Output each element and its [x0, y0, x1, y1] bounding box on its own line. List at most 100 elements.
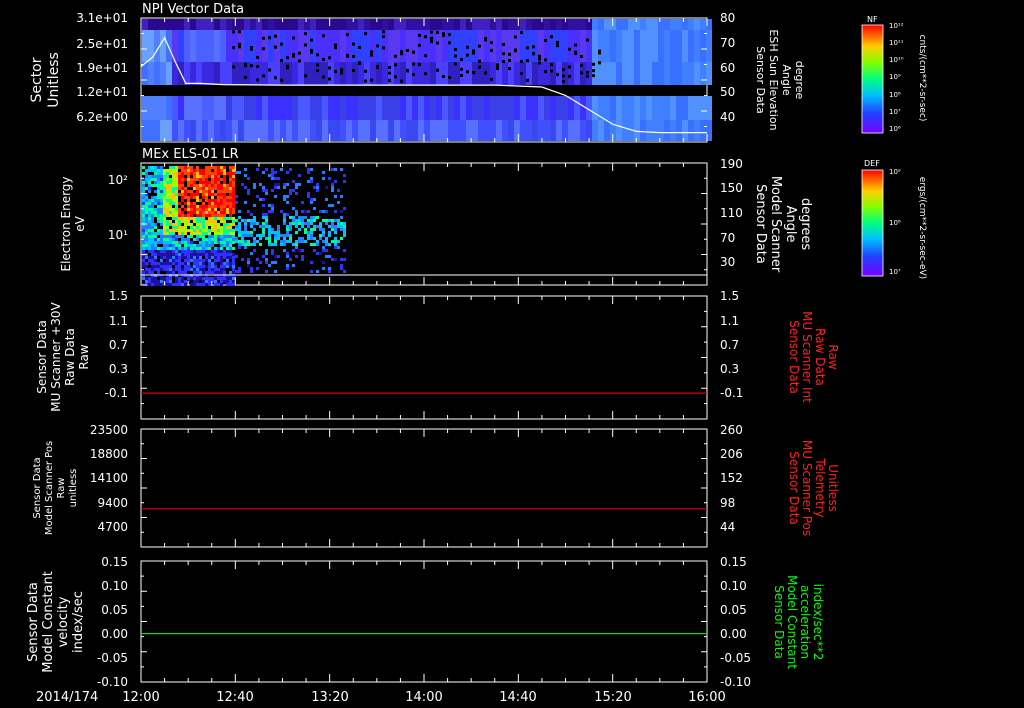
- panel1-heat-cell: [304, 62, 310, 85]
- panel2-heat-cell: [340, 264, 343, 267]
- panel2-heat-cell: [295, 213, 298, 216]
- panel1-heat-cell: [664, 96, 670, 120]
- panel1-heat-cell: [616, 96, 622, 120]
- panel2-heat-cell: [196, 211, 199, 214]
- panel1-heat-cell: [538, 57, 541, 61]
- panel2-heat-cell: [325, 198, 328, 201]
- panel1-heat-cell: [646, 30, 652, 62]
- panel1-heat-cell: [502, 62, 508, 85]
- panel1-heat-cell: [688, 30, 694, 62]
- panel2-heat-cell: [319, 252, 322, 255]
- panel2-heat-cell: [223, 214, 226, 217]
- panel2-heat-cell: [172, 208, 175, 211]
- panel2-heat-cell: [316, 240, 319, 243]
- panel1-heat-cell: [508, 120, 514, 141]
- panel2-heat-cell: [190, 166, 193, 169]
- panel1-heat-cell: [430, 62, 436, 85]
- panel2-heat-cell: [175, 235, 178, 238]
- panel2-heat-cell: [166, 235, 169, 238]
- panel2-heat-cell: [196, 265, 199, 268]
- panel2-heat-cell: [247, 264, 250, 267]
- panel1-heat-cell: [508, 30, 514, 62]
- panel2-heat-cell: [259, 183, 262, 186]
- panel2-heat-cell: [163, 220, 166, 223]
- panel2-heat-cell: [229, 265, 232, 268]
- panel1-heat-cell: [460, 67, 463, 71]
- panel2-heat-cell: [190, 253, 193, 256]
- panel2-heat-cell: [292, 249, 295, 252]
- panel2-heat-cell: [265, 222, 268, 225]
- panel1-heat-cell: [532, 51, 535, 55]
- panel2-heat-cell: [178, 202, 181, 205]
- panel1-heat-cell: [676, 30, 682, 62]
- panel2-heat-cell: [277, 183, 280, 186]
- panel1-heat-cell: [652, 19, 658, 30]
- panel2-heat-cell: [184, 208, 187, 211]
- panel2-heat-cell: [217, 241, 220, 244]
- panel1-heat-cell: [544, 96, 550, 120]
- panel1-heat-cell: [502, 59, 505, 63]
- panel1-heat-cell: [406, 68, 409, 72]
- panel2-heat-cell: [160, 208, 163, 211]
- panel2-heat-cell: [157, 166, 160, 169]
- panel2-heat-cell: [157, 253, 160, 256]
- panel1-heat-cell: [490, 48, 493, 52]
- panel1-heat-cell: [160, 62, 166, 85]
- panel2-ylabel-right: Sensor Data: [753, 184, 768, 264]
- panel2-heat-cell: [157, 250, 160, 253]
- panel2-heat-cell: [343, 258, 346, 261]
- panel1-heat-cell: [190, 96, 196, 120]
- panel2-heat-cell: [262, 231, 265, 234]
- panel1-heat-cell: [394, 19, 400, 30]
- panel2-heat-cell: [232, 178, 235, 181]
- panel2-heat-cell: [223, 244, 226, 247]
- panel2-heat-cell: [235, 195, 238, 198]
- panel2-heat-cell: [193, 181, 196, 184]
- panel2-heat-cell: [217, 247, 220, 250]
- panel2-heat-cell: [190, 178, 193, 181]
- panel2-heat-cell: [181, 175, 184, 178]
- panel1-heat-cell: [280, 96, 286, 120]
- panel2-heat-cell: [142, 226, 145, 229]
- panel1-heat-cell: [490, 30, 496, 62]
- panel1-heat-cell: [454, 96, 460, 120]
- panel2-heat-cell: [295, 210, 298, 213]
- panel2-heat-cell: [166, 205, 169, 208]
- panel2-heat-cell: [202, 259, 205, 262]
- panel1-heat-cell: [550, 30, 556, 62]
- panel2-heat-cell: [181, 205, 184, 208]
- panel2-heat-cell: [202, 271, 205, 274]
- panel1-heat-cell: [688, 120, 694, 141]
- panel2-heat-cell: [190, 202, 193, 205]
- panel2-heat-cell: [184, 232, 187, 235]
- panel2-heat-cell: [274, 234, 277, 237]
- panel2-heat-cell: [328, 255, 331, 258]
- panel2-heat-cell: [271, 177, 274, 180]
- panel2-heat-cell: [193, 178, 196, 181]
- panel1-heat-cell: [406, 19, 412, 30]
- panel2-heat-cell: [142, 184, 145, 187]
- panel2-heat-cell: [172, 256, 175, 259]
- panel1-heat-cell: [148, 96, 154, 120]
- panel2-heat-cell: [295, 186, 298, 189]
- panel2-heat-cell: [232, 238, 235, 241]
- panel2-heat-cell: [217, 217, 220, 220]
- panel1-heat-cell: [502, 52, 505, 56]
- panel2-heat-cell: [202, 268, 205, 271]
- panel2-heat-cell: [232, 196, 235, 199]
- panel2-heat-cell: [154, 226, 157, 229]
- panel1-heat-cell: [586, 70, 589, 74]
- panel1-heat-cell: [334, 19, 340, 30]
- panel2-heat-cell: [202, 181, 205, 184]
- panel2-heat-cell: [187, 202, 190, 205]
- panel2-heat-cell: [190, 241, 193, 244]
- panel1-heat-cell: [658, 19, 664, 30]
- panel1-heat-cell: [496, 64, 499, 68]
- panel1-heat-cell: [250, 120, 256, 141]
- panel1-ylabel-right: ESH Sun Elevation: [767, 29, 780, 130]
- panel1-heat-cell: [478, 59, 481, 63]
- panel1-heat-cell: [664, 120, 670, 141]
- panel2-heat-cell: [334, 195, 337, 198]
- panel2-heat-cell: [193, 184, 196, 187]
- panel1-heat-cell: [334, 120, 340, 141]
